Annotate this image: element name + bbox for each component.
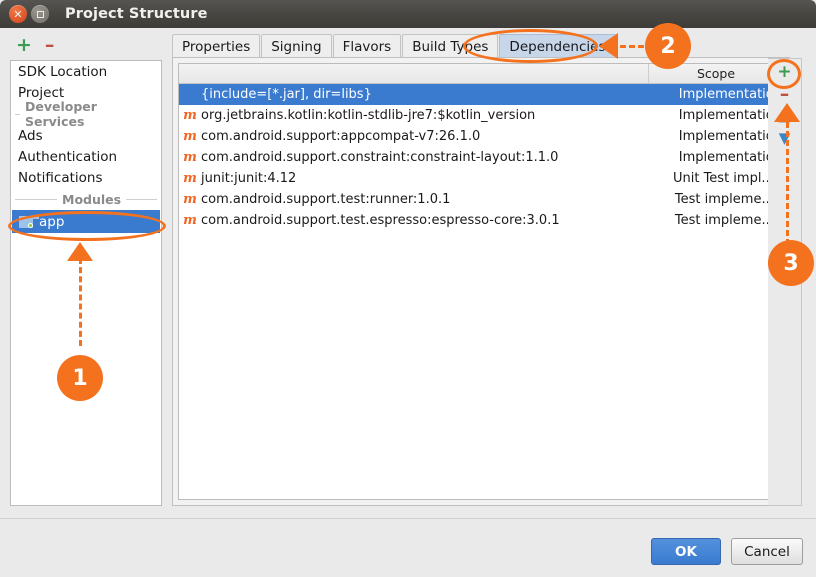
sidebar-item-authentication[interactable]: Authentication <box>11 146 161 167</box>
remove-module-button[interactable]: – <box>45 36 55 55</box>
sidebar-item-label: Ads <box>18 128 43 144</box>
library-icon: m <box>183 108 197 123</box>
cell-dependency-name: {include=[*.jar], dir=libs} <box>179 87 649 102</box>
cell-scope[interactable]: Test impleme... ▼ <box>649 192 783 207</box>
sidebar-item-label: Authentication <box>18 149 117 165</box>
cell-dependency-name: m junit:junit:4.12 <box>179 171 649 186</box>
sidebar[interactable]: SDK Location Project Developer Services … <box>10 60 162 506</box>
add-module-button[interactable]: + <box>16 36 32 55</box>
sidebar-item-label: app <box>39 214 64 230</box>
column-header-scope[interactable]: Scope <box>649 64 783 83</box>
section-rule-right <box>126 199 157 200</box>
module-icon <box>19 216 33 228</box>
annotation-line-2 <box>620 45 644 48</box>
table-header: Scope <box>179 64 783 84</box>
remove-dependency-button[interactable]: – <box>772 83 798 105</box>
table-row[interactable]: m junit:junit:4.12 Unit Test impl... ▼ <box>179 168 783 189</box>
library-icon: m <box>183 213 197 228</box>
tab-build-types[interactable]: Build Types <box>402 34 498 58</box>
sidebar-item-app[interactable]: app <box>12 210 160 233</box>
dependency-name-label: com.android.support.constraint:constrain… <box>201 150 558 165</box>
cell-scope[interactable]: Unit Test impl... ▼ <box>649 171 783 186</box>
tab-flavors[interactable]: Flavors <box>333 34 402 58</box>
cancel-button[interactable]: Cancel <box>731 538 803 565</box>
scope-label: Test impleme... <box>675 192 774 207</box>
dependency-name-label: com.android.support:appcompat-v7:26.1.0 <box>201 129 480 144</box>
cell-scope[interactable]: Test impleme... ▼ <box>649 213 783 228</box>
window-title: Project Structure <box>65 6 208 22</box>
section-rule-left <box>15 114 20 115</box>
sidebar-item-sdk-location[interactable]: SDK Location <box>11 61 161 82</box>
annotation-badge-2-label: 2 <box>660 34 675 59</box>
library-icon: m <box>183 171 197 186</box>
cell-dependency-name: m org.jetbrains.kotlin:kotlin-stdlib-jre… <box>179 108 649 123</box>
tab-strip: Properties Signing Flavors Build Types D… <box>172 33 617 58</box>
table-row[interactable]: m org.jetbrains.kotlin:kotlin-stdlib-jre… <box>179 105 783 126</box>
sidebar-section-modules: Modules <box>11 188 161 210</box>
footer: OK Cancel <box>0 519 816 577</box>
cell-dependency-name: m com.android.support.test.espresso:espr… <box>179 213 649 228</box>
cell-dependency-name: m com.android.support.constraint:constra… <box>179 150 649 165</box>
add-dependency-button[interactable]: + <box>772 61 798 83</box>
table-row[interactable]: m com.android.support.test.espresso:espr… <box>179 210 783 231</box>
maximize-glyph <box>37 11 44 18</box>
sidebar-section-label: Modules <box>62 192 121 207</box>
tab-signing[interactable]: Signing <box>261 34 331 58</box>
dependency-name-label: junit:junit:4.12 <box>201 171 296 186</box>
cell-scope[interactable]: Implementation <box>649 108 783 123</box>
dependencies-table[interactable]: Scope {include=[*.jar], dir=libs} Implem… <box>178 63 784 500</box>
library-icon: m <box>183 129 197 144</box>
column-header-name[interactable] <box>179 64 649 83</box>
section-rule-left <box>15 199 57 200</box>
module-icon-dot <box>28 223 33 228</box>
dependency-name-label: org.jetbrains.kotlin:kotlin-stdlib-jre7:… <box>201 108 535 123</box>
sidebar-toolbar: + – <box>8 32 168 58</box>
cell-scope[interactable]: Implementation <box>649 87 783 102</box>
cell-dependency-name: m com.android.support.test:runner:1.0.1 <box>179 192 649 207</box>
dependency-name-label: com.android.support.test:runner:1.0.1 <box>201 192 450 207</box>
dependency-name-label: com.android.support.test.espresso:espres… <box>201 213 560 228</box>
sidebar-section-developer-services: Developer Services <box>11 103 161 125</box>
sidebar-section-label: Developer Services <box>25 99 152 129</box>
tab-dependencies[interactable]: Dependencies <box>499 34 615 58</box>
dependency-toolbar: + – ▲ ▼ <box>768 58 802 506</box>
dependencies-pane: Scope {include=[*.jar], dir=libs} Implem… <box>172 57 790 506</box>
scope-label: Implementation <box>679 129 782 144</box>
close-icon[interactable]: ✕ <box>9 5 27 23</box>
library-icon: m <box>183 192 197 207</box>
move-up-button[interactable]: ▲ <box>772 105 798 127</box>
tab-properties[interactable]: Properties <box>172 34 260 58</box>
table-row[interactable]: m com.android.support.constraint:constra… <box>179 147 783 168</box>
cell-scope[interactable]: Implementation <box>649 150 783 165</box>
sidebar-item-label: SDK Location <box>18 64 107 80</box>
scope-label: Implementation <box>679 87 782 102</box>
scope-label: Implementation <box>679 108 782 123</box>
move-down-button[interactable]: ▼ <box>772 127 798 149</box>
table-row[interactable]: m com.android.support:appcompat-v7:26.1.… <box>179 126 783 147</box>
scope-label: Unit Test impl... <box>673 171 774 186</box>
cell-dependency-name: m com.android.support:appcompat-v7:26.1.… <box>179 129 649 144</box>
sidebar-item-notifications[interactable]: Notifications <box>11 167 161 188</box>
library-icon: m <box>183 150 197 165</box>
scope-label: Test impleme... <box>675 213 774 228</box>
dependency-name-label: {include=[*.jar], dir=libs} <box>201 87 372 102</box>
title-bar: ✕ Project Structure <box>0 0 816 28</box>
maximize-icon[interactable] <box>31 5 49 23</box>
table-row[interactable]: {include=[*.jar], dir=libs} Implementati… <box>179 84 783 105</box>
ok-button[interactable]: OK <box>651 538 721 565</box>
table-row[interactable]: m com.android.support.test:runner:1.0.1 … <box>179 189 783 210</box>
project-structure-dialog: ✕ Project Structure + – SDK Location Pro… <box>0 0 816 577</box>
sidebar-item-label: Notifications <box>18 170 103 186</box>
cell-scope[interactable]: Implementation <box>649 129 783 144</box>
scope-label: Implementation <box>679 150 782 165</box>
